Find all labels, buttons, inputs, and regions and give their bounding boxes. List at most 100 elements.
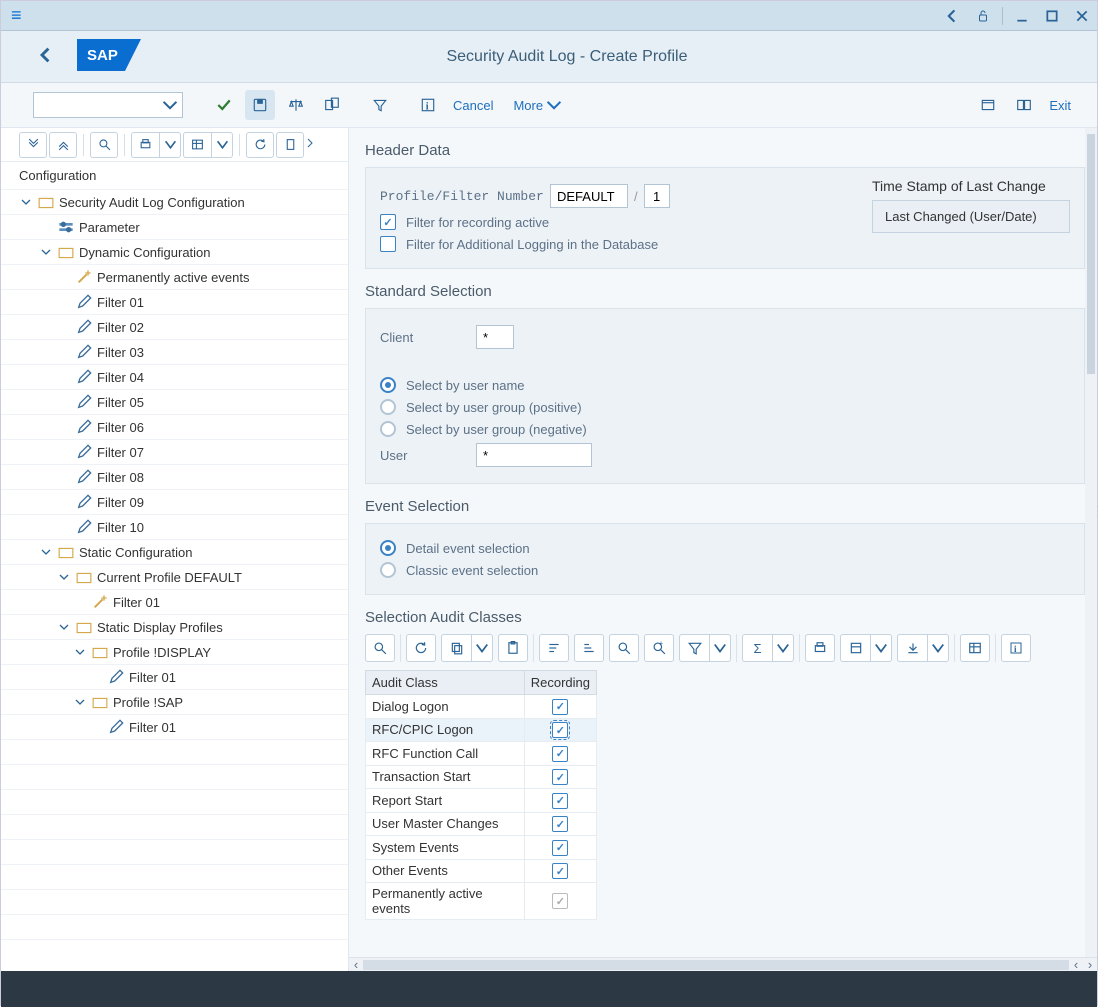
recording-checkbox[interactable] <box>552 746 568 762</box>
recording-cell[interactable] <box>524 718 596 742</box>
info-button[interactable]: i <box>413 90 443 120</box>
grid-download-button[interactable] <box>897 634 927 662</box>
grid-sum-menu[interactable] <box>772 634 794 662</box>
recording-cell[interactable] <box>524 695 596 719</box>
audit-class-cell[interactable]: Report Start <box>366 789 525 813</box>
recording-checkbox[interactable] <box>552 699 568 715</box>
grid-info-button[interactable]: i <box>1001 634 1031 662</box>
grid-sortasc-button[interactable] <box>539 634 569 662</box>
tree-node-filter[interactable]: Filter 01 <box>1 290 348 315</box>
recording-cell[interactable] <box>524 836 596 860</box>
filter-recording-checkbox[interactable] <box>380 214 396 230</box>
grid-paste-button[interactable] <box>498 634 528 662</box>
audit-class-cell[interactable]: System Events <box>366 836 525 860</box>
layout-button[interactable] <box>1009 90 1039 120</box>
additional-logging-checkbox[interactable] <box>380 236 396 252</box>
maximize-button[interactable] <box>1040 4 1064 28</box>
audit-class-cell[interactable]: Transaction Start <box>366 765 525 789</box>
grid-filter-button[interactable] <box>679 634 709 662</box>
minimize-button[interactable] <box>1010 4 1034 28</box>
grid-layout-button[interactable] <box>960 634 990 662</box>
recording-checkbox[interactable] <box>552 840 568 856</box>
hamburger-menu-button[interactable]: ≡ <box>1 5 32 26</box>
close-button[interactable] <box>1070 4 1094 28</box>
lock-icon[interactable] <box>971 4 995 28</box>
back-button[interactable] <box>31 47 61 66</box>
select-user-group-neg-radio[interactable] <box>380 421 396 437</box>
recording-cell[interactable] <box>524 765 596 789</box>
tree-node-current-profile[interactable]: Current Profile DEFAULT <box>1 565 348 590</box>
grid-copy-menu[interactable] <box>471 634 493 662</box>
audit-class-cell[interactable]: Dialog Logon <box>366 695 525 719</box>
grid-filter-menu[interactable] <box>709 634 731 662</box>
tree-node-sal-config[interactable]: Security Audit Log Configuration <box>1 190 348 215</box>
recording-cell[interactable] <box>524 859 596 883</box>
classic-event-radio[interactable] <box>380 562 396 578</box>
recording-cell[interactable] <box>524 742 596 766</box>
tree-node-static-display-profiles[interactable]: Static Display Profiles <box>1 615 348 640</box>
tree-node-filter[interactable]: Filter 01 <box>1 590 348 615</box>
tree-node-filter[interactable]: Filter 02 <box>1 315 348 340</box>
grid-find-button[interactable] <box>365 634 395 662</box>
horizontal-scrollbar[interactable]: ‹‹› <box>349 957 1097 971</box>
audit-class-cell[interactable]: Permanently active events <box>366 883 525 920</box>
col-audit-class[interactable]: Audit Class <box>366 671 525 695</box>
table-view-button[interactable] <box>183 132 211 158</box>
collapse-all-button[interactable] <box>49 132 77 158</box>
exit-button[interactable]: Exit <box>1049 98 1071 113</box>
expand-right-icon[interactable] <box>306 137 314 152</box>
recording-checkbox[interactable] <box>552 816 568 832</box>
last-changed-button[interactable]: Last Changed (User/Date) <box>872 200 1070 233</box>
grid-print-button[interactable] <box>805 634 835 662</box>
prev-window-button[interactable] <box>941 4 965 28</box>
grid-refresh-button[interactable] <box>406 634 436 662</box>
tree-node-parameter[interactable]: Parameter <box>1 215 348 240</box>
audit-class-cell[interactable]: RFC/CPIC Logon <box>366 718 525 742</box>
grid-export-menu[interactable] <box>870 634 892 662</box>
accept-button[interactable] <box>209 90 239 120</box>
select-user-group-pos-radio[interactable] <box>380 399 396 415</box>
grid-findnext-button[interactable]: + <box>644 634 674 662</box>
display-change-button[interactable] <box>317 90 347 120</box>
vertical-scrollbar[interactable] <box>1085 128 1097 957</box>
tree-node-filter[interactable]: Filter 01 <box>1 665 348 690</box>
tree-node-perm-active[interactable]: Permanently active events <box>1 265 348 290</box>
grid-export-button[interactable] <box>840 634 870 662</box>
filter-icon[interactable] <box>365 90 395 120</box>
audit-class-cell[interactable]: RFC Function Call <box>366 742 525 766</box>
client-input[interactable] <box>476 325 514 349</box>
col-recording[interactable]: Recording <box>524 671 596 695</box>
recording-checkbox[interactable] <box>552 769 568 785</box>
expand-all-button[interactable] <box>19 132 47 158</box>
find-button[interactable] <box>90 132 118 158</box>
tree-node-filter[interactable]: Filter 09 <box>1 490 348 515</box>
tree-node-filter[interactable]: Filter 05 <box>1 390 348 415</box>
table-view-menu[interactable] <box>211 132 233 158</box>
filter-number-input[interactable] <box>644 184 670 208</box>
balance-icon[interactable] <box>281 90 311 120</box>
grid-sortdesc-button[interactable] <box>574 634 604 662</box>
grid-copy-button[interactable] <box>441 634 471 662</box>
tree-node-filter[interactable]: Filter 03 <box>1 340 348 365</box>
tree-node-filter[interactable]: Filter 04 <box>1 365 348 390</box>
cancel-button[interactable]: Cancel <box>453 98 493 113</box>
recording-cell[interactable] <box>524 812 596 836</box>
recording-checkbox[interactable] <box>552 863 568 879</box>
grid-sum-button[interactable]: Σ <box>742 634 772 662</box>
recording-checkbox[interactable] <box>552 722 568 738</box>
tree-node-dynamic-config[interactable]: Dynamic Configuration <box>1 240 348 265</box>
grid-download-menu[interactable] <box>927 634 949 662</box>
tree-node-filter[interactable]: Filter 07 <box>1 440 348 465</box>
tree-node-profile-display[interactable]: Profile !DISPLAY <box>1 640 348 665</box>
user-input[interactable] <box>476 443 592 467</box>
tree-node-filter[interactable]: Filter 10 <box>1 515 348 540</box>
tree-node-filter[interactable]: Filter 08 <box>1 465 348 490</box>
recording-cell[interactable] <box>524 789 596 813</box>
profile-input[interactable] <box>550 184 628 208</box>
tree-node-filter[interactable]: Filter 06 <box>1 415 348 440</box>
detail-event-radio[interactable] <box>380 540 396 556</box>
refresh-button[interactable] <box>246 132 274 158</box>
command-field[interactable] <box>33 92 183 118</box>
document-button[interactable] <box>276 132 304 158</box>
audit-class-cell[interactable]: User Master Changes <box>366 812 525 836</box>
